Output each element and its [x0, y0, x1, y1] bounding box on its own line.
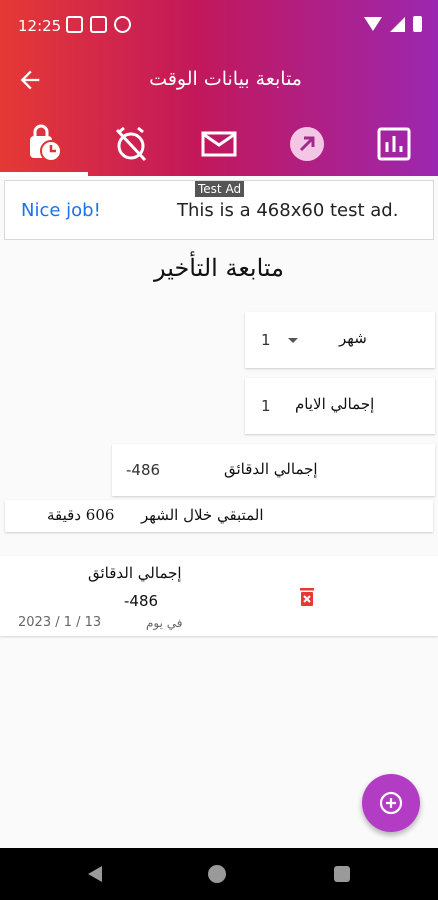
remaining-card: المتبقي خلال الشهر 606 دقيقة — [5, 500, 433, 532]
system-nav-bar — [0, 848, 438, 900]
back-arrow-icon[interactable] — [16, 66, 44, 94]
total-minutes-card: إجمالي الدقائق -486 — [112, 444, 435, 496]
remaining-label: المتبقي خلال الشهر — [141, 506, 264, 524]
media-notification-icon — [90, 16, 107, 33]
alarm-off-icon — [116, 126, 147, 162]
ad-banner[interactable]: Test Ad Nice job! This is a 468x60 test … — [4, 180, 434, 240]
app-bar: متابعة بيانات الوقت — [0, 52, 438, 108]
arrow-up-right-icon — [289, 127, 324, 161]
minutes-value: -486 — [126, 461, 161, 479]
remaining-value: 606 دقيقة — [47, 506, 115, 524]
app-header: 12:25 متابعة بيانات الوقت — [0, 0, 438, 176]
section-title: متابعة التأخير — [153, 254, 285, 282]
plus-circle-icon — [379, 791, 403, 815]
bar-chart-icon — [377, 127, 411, 161]
tab-reports[interactable] — [350, 112, 438, 176]
record-label: إجمالي الدقائق — [88, 564, 182, 582]
ad-tag: Test Ad — [195, 181, 245, 197]
month-label: شهر — [339, 329, 367, 347]
battery-icon — [413, 16, 422, 32]
image-notification-icon — [66, 16, 83, 33]
delete-button[interactable] — [298, 587, 316, 607]
tab-late-tracking[interactable] — [0, 112, 88, 176]
month-value: 1 — [261, 331, 271, 349]
total-days-card: إجمالي الايام 1 — [245, 378, 435, 434]
tab-mail[interactable] — [175, 112, 263, 176]
status-time: 12:25 — [18, 17, 62, 35]
days-label: إجمالي الايام — [295, 395, 375, 413]
status-bar: 12:25 — [0, 0, 438, 52]
nav-home-icon[interactable] — [208, 865, 226, 883]
tab-bar — [0, 112, 438, 176]
system-icons — [364, 16, 422, 32]
month-dropdown[interactable]: 1 — [257, 326, 309, 354]
tab-alarm-off[interactable] — [88, 112, 176, 176]
mail-icon — [201, 131, 237, 157]
trash-icon — [300, 588, 314, 606]
blocked-notification-icon — [114, 16, 131, 33]
minutes-label: إجمالي الدقائق — [224, 460, 318, 478]
add-button[interactable] — [362, 774, 420, 832]
page-title: متابعة بيانات الوقت — [149, 68, 302, 90]
record-date: 2023 / 1 / 13 — [18, 615, 102, 630]
days-value: 1 — [261, 397, 271, 415]
tab-share[interactable] — [263, 112, 351, 176]
signal-icon — [390, 16, 405, 32]
list-item[interactable]: إجمالي الدقائق -486 2023 / 1 / 13 في يوم — [0, 556, 438, 636]
month-selector-card: شهر 1 — [245, 312, 435, 368]
wifi-icon — [364, 17, 382, 31]
ad-headline: Nice job! — [21, 200, 101, 221]
notification-icons — [66, 16, 131, 33]
chevron-down-icon — [288, 338, 298, 343]
record-day-label: في يوم — [146, 616, 183, 630]
nav-recents-icon[interactable] — [334, 866, 350, 882]
record-value: -486 — [124, 592, 159, 610]
ad-text: This is a 468x60 test ad. — [177, 200, 399, 221]
clock-bag-icon — [29, 124, 62, 162]
nav-back-icon[interactable] — [88, 866, 102, 882]
